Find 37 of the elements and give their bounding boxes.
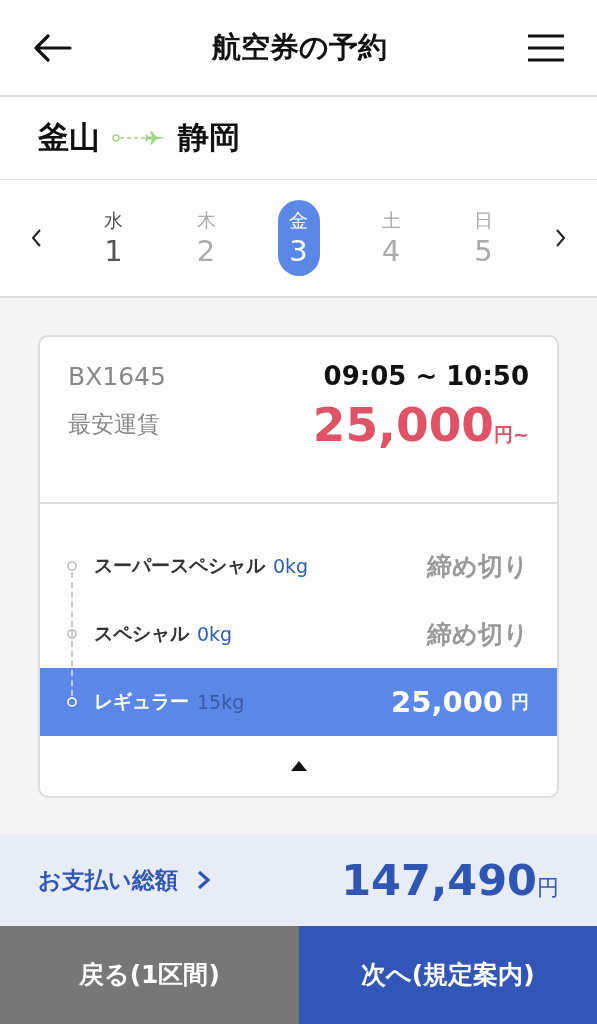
total-amount: 147,490	[341, 855, 537, 906]
fare-row[interactable]: スペシャル 0kg 締め切り	[40, 600, 557, 669]
date-tab[interactable]: 水 1	[92, 200, 135, 277]
fare-status: 締め切り	[427, 550, 529, 583]
timeline-dot-icon	[66, 696, 78, 709]
origin-city: 釜山	[38, 118, 100, 158]
previous-chevron-icon[interactable]	[30, 228, 42, 249]
back-button[interactable]: 戻る(1区間)	[0, 925, 299, 1024]
currency-unit: 円	[511, 690, 529, 715]
fare-name: スーパースペシャル	[94, 553, 265, 579]
destination-city: 静岡	[178, 118, 240, 158]
fare-status: 締め切り	[427, 618, 529, 651]
next-chevron-icon[interactable]	[555, 228, 567, 249]
fare-name: レギュラー	[94, 689, 189, 715]
fare-row[interactable]: スーパースペシャル 0kg 締め切り	[40, 532, 557, 601]
fare-price: 25,000	[391, 685, 503, 720]
lowest-fare-price: 25,000	[312, 397, 495, 453]
baggage-allowance: 0kg	[197, 623, 233, 646]
lowest-fare-label: 最安運賃	[68, 410, 160, 440]
fare-name: スペシャル	[94, 621, 189, 647]
baggage-allowance: 15kg	[197, 691, 245, 714]
flight-time: 09:05 ~ 10:50	[323, 361, 529, 392]
timeline-dot-icon	[66, 560, 78, 573]
currency-unit: 円~	[494, 423, 529, 446]
flight-number: BX1645	[68, 361, 166, 391]
back-arrow-icon[interactable]	[32, 32, 72, 63]
menu-icon[interactable]	[527, 32, 565, 63]
total-link[interactable]: お支払い総額	[38, 864, 212, 896]
fare-row[interactable]: レギュラー 15kg 25,000 円	[40, 668, 557, 737]
timeline-dot-icon	[66, 628, 78, 641]
next-button[interactable]: 次へ(規定案内)	[298, 925, 597, 1024]
chevron-icon	[196, 869, 212, 892]
baggage-allowance: 0kg	[273, 555, 309, 578]
date-tab[interactable]: 金 3	[277, 200, 320, 277]
currency-unit: 円	[537, 875, 559, 901]
collapse-triangle-icon[interactable]	[289, 760, 308, 773]
page-title: 航空券の予約	[212, 28, 387, 66]
